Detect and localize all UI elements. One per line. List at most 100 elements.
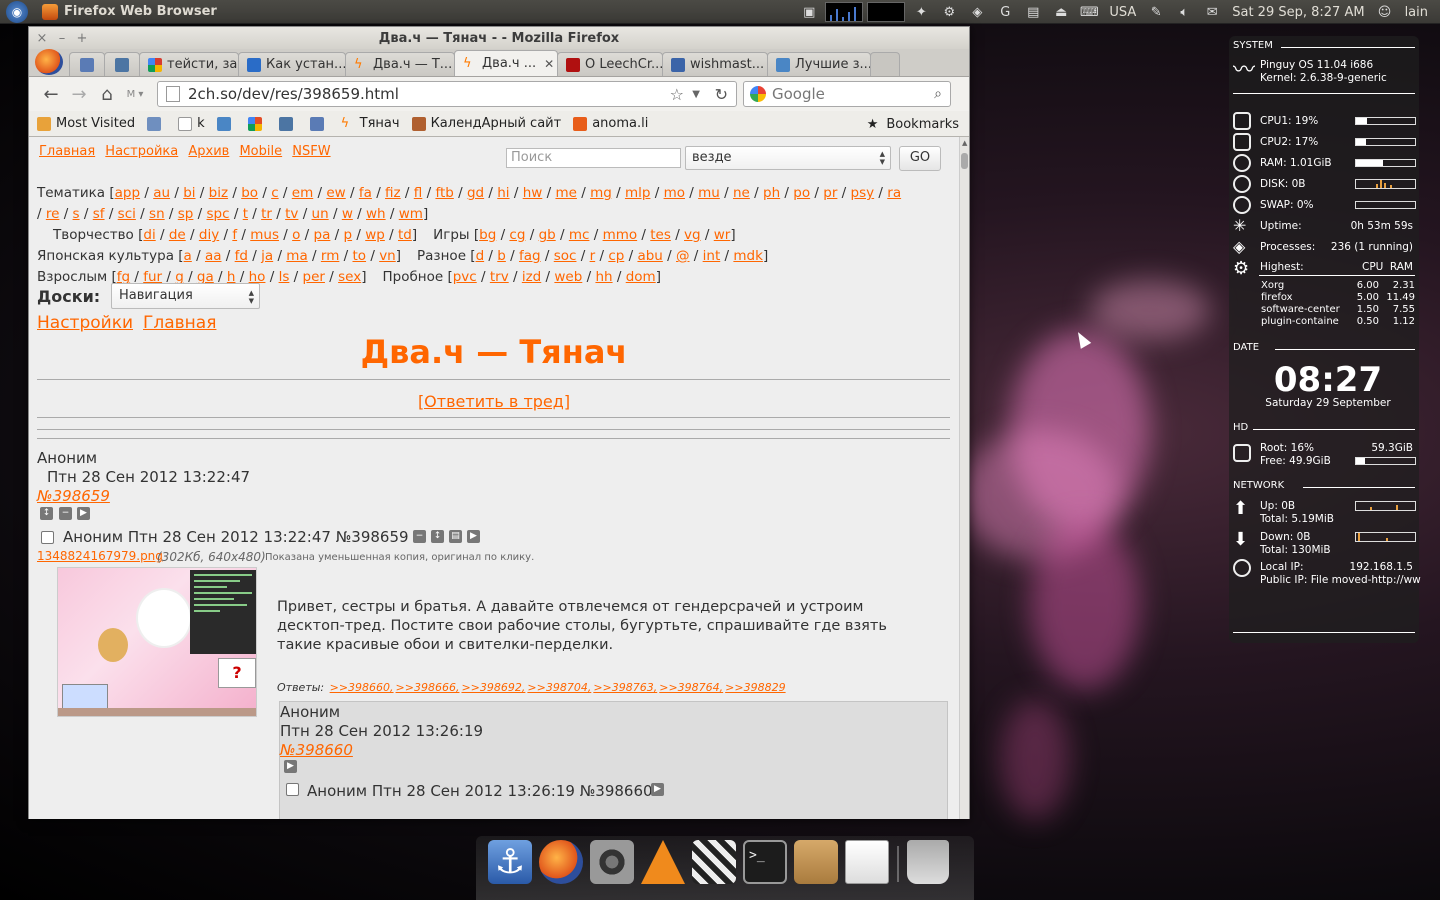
board-link[interactable]: gb (539, 227, 556, 243)
board-link[interactable]: r (590, 248, 596, 264)
eject-icon[interactable]: ⏏ (1052, 4, 1070, 20)
hide-post-icon[interactable]: − (413, 530, 426, 543)
reply-thread-link[interactable]: [Ответить в тред] (29, 392, 959, 411)
new-tab-button[interactable] (870, 52, 900, 76)
board-link[interactable]: per (303, 269, 325, 285)
board-link[interactable]: td (398, 227, 412, 243)
link-home[interactable]: Главная (39, 144, 95, 159)
hide-icon[interactable]: − (59, 507, 72, 520)
board-link[interactable]: soc (554, 248, 577, 264)
firefox-menu-button[interactable] (35, 49, 63, 75)
board-link[interactable]: mc (569, 227, 590, 243)
report-icon[interactable]: ▤ (449, 530, 462, 543)
history-dropdown-icon[interactable]: M ▾ (121, 81, 149, 107)
link-mobile[interactable]: Mobile (239, 144, 282, 159)
close-window-button[interactable]: × (35, 31, 49, 46)
bookmark-most-visited[interactable]: Most Visited (37, 116, 135, 131)
board-link[interactable]: o (292, 227, 300, 243)
board-link[interactable]: fa (359, 185, 372, 201)
forward-arrow-icon[interactable]: → (65, 81, 93, 107)
link-nsfw[interactable]: NSFW (292, 144, 330, 159)
keyboard-icon[interactable]: ⌨ (1080, 4, 1099, 20)
board-link[interactable]: de (169, 227, 186, 243)
reply-link[interactable]: >>398764, (659, 681, 723, 694)
reply-link[interactable]: >>398704, (527, 681, 591, 694)
url-dropdown-icon[interactable]: ▼ (692, 89, 700, 100)
speaker-icon[interactable] (590, 840, 634, 884)
board-link[interactable]: vg (684, 227, 701, 243)
bookmark-blue[interactable] (309, 116, 329, 131)
board-link[interactable]: dom (626, 269, 656, 285)
board-link[interactable]: sf (93, 206, 105, 222)
vlc-icon[interactable] (641, 840, 685, 884)
tab-pinned[interactable] (69, 52, 105, 76)
board-link[interactable]: mlp (625, 185, 650, 201)
board-link[interactable]: p (344, 227, 353, 243)
window-titlebar[interactable]: × – + Два.ч — Тянач - - Mozilla Firefox (29, 27, 969, 49)
play-icon[interactable]: ▶ (284, 760, 297, 773)
board-link[interactable]: ftb (435, 185, 453, 201)
board-link[interactable]: tr (261, 206, 272, 222)
board-link[interactable]: pvc (453, 269, 477, 285)
board-link[interactable]: fl (414, 185, 423, 201)
board-link[interactable]: int (703, 248, 721, 264)
op-file-link[interactable]: 1348824167979.png (37, 549, 163, 563)
board-link[interactable]: me (555, 185, 576, 201)
screen-icon[interactable]: ▤ (1024, 4, 1042, 20)
quick-reply-icon[interactable]: ▶ (467, 530, 480, 543)
board-link[interactable]: ls (279, 269, 290, 285)
scroll-thumb[interactable] (961, 153, 968, 169)
board-link[interactable]: spc (207, 206, 230, 222)
bookmark-k[interactable]: k (178, 116, 205, 131)
board-link[interactable]: ja (261, 248, 273, 264)
board-link[interactable]: cp (608, 248, 624, 264)
bookmark-vk[interactable] (278, 116, 298, 131)
bookmark-mail[interactable] (147, 116, 166, 131)
ubuntu-logo-icon[interactable]: ◉ (6, 0, 28, 23)
board-link[interactable]: ra (887, 185, 901, 201)
minimize-window-button[interactable]: – (55, 31, 69, 46)
chat-icon[interactable]: ☺ (1376, 4, 1394, 20)
op-thumbnail-image[interactable]: ? (57, 567, 257, 717)
terminal-icon[interactable]: >_ (743, 840, 787, 884)
board-link[interactable]: wh (366, 206, 386, 222)
keyboard-layout[interactable]: USA (1109, 5, 1136, 20)
firefox-icon[interactable] (539, 840, 583, 884)
package-icon[interactable] (794, 840, 838, 884)
board-link[interactable]: em (292, 185, 313, 201)
board-link[interactable]: rm (321, 248, 339, 264)
user-name[interactable]: lain (1405, 5, 1428, 20)
board-link[interactable]: hh (595, 269, 612, 285)
board-link[interactable]: psy (851, 185, 875, 201)
board-link[interactable]: po (793, 185, 810, 201)
board-link[interactable]: c (271, 185, 278, 201)
reply-link[interactable]: >>398660, (330, 681, 394, 694)
board-link[interactable]: trv (490, 269, 509, 285)
bookmark-tyanach[interactable]: ϟ Тянач (341, 116, 400, 131)
board-link[interactable]: izd (522, 269, 541, 285)
board-link[interactable]: fiz (385, 185, 401, 201)
trash-icon[interactable] (907, 840, 949, 884)
board-link[interactable]: bi (183, 185, 195, 201)
bookmark-grid[interactable] (247, 116, 267, 131)
settings-link[interactable]: Настройки (37, 313, 133, 333)
board-link[interactable]: fag (519, 248, 541, 264)
scroll-up-icon[interactable]: ▲ (962, 139, 967, 147)
play-icon[interactable]: ▶ (77, 507, 90, 520)
home-link[interactable]: Главная (143, 313, 216, 333)
board-link[interactable]: sn (149, 206, 165, 222)
bluetooth-icon[interactable]: ✎ (1147, 4, 1165, 20)
board-link[interactable]: biz (209, 185, 228, 201)
board-link[interactable]: mg (590, 185, 612, 201)
expand-icon[interactable]: ↕ (40, 507, 53, 520)
tab-active[interactable]: ϟ Два.ч ... ✕ (454, 50, 558, 76)
board-link[interactable]: sex (338, 269, 361, 285)
board-link[interactable]: hw (523, 185, 543, 201)
board-link[interactable]: f (232, 227, 237, 243)
board-link[interactable]: abu (637, 248, 662, 264)
board-link[interactable]: bg (479, 227, 496, 243)
board-link[interactable]: gd (467, 185, 484, 201)
board-link[interactable]: re (46, 206, 60, 222)
board-link[interactable]: ne (733, 185, 750, 201)
go-button[interactable]: GO (899, 146, 941, 171)
